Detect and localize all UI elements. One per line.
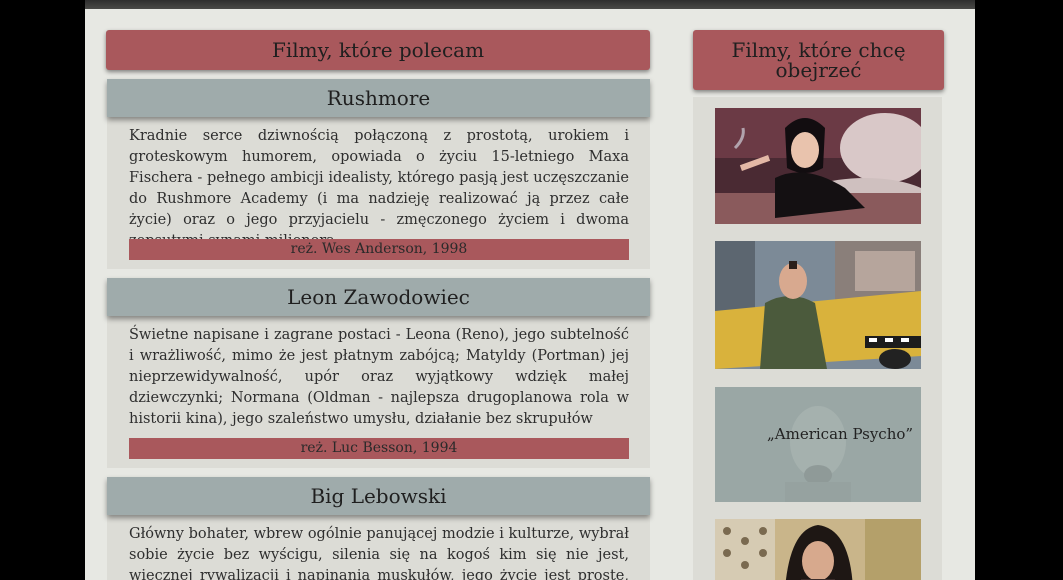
film-title: Big Lebowski: [107, 477, 650, 515]
watchlist-item-3[interactable]: „American Psycho”: [715, 387, 921, 502]
woman-on-bed-photo: [715, 108, 921, 224]
page: Filmy, które polecam Rushmore Kradnie se…: [85, 0, 975, 580]
girl-portrait-photo: [715, 519, 921, 580]
man-by-taxi-photo: [715, 241, 921, 369]
film-description: Świetne napisane i zagrane postaci - Leo…: [129, 327, 629, 427]
watchlist-item-2[interactable]: [715, 241, 921, 369]
film-card-leon: Leon Zawodowiec Świetne napisane i zagra…: [107, 278, 650, 468]
film-title: Rushmore: [107, 79, 650, 117]
watchlist-heading: Filmy, które chcę obejrzeć: [693, 30, 944, 90]
film-director-year: reż. Luc Besson, 1994: [129, 438, 629, 459]
watchlist-caption: „American Psycho”: [767, 425, 914, 443]
film-card-rushmore: Rushmore Kradnie serce dziwnością połącz…: [107, 79, 650, 269]
watchlist-item-4[interactable]: [715, 519, 921, 580]
watchlist-item-1[interactable]: [715, 108, 921, 224]
film-description: Główny bohater, wbrew ogólnie panującej …: [129, 526, 629, 580]
top-bar: [85, 0, 975, 9]
film-title: Leon Zawodowiec: [107, 278, 650, 316]
film-director-year: reż. Wes Anderson, 1998: [129, 239, 629, 260]
recommended-heading: Filmy, które polecam: [106, 30, 650, 70]
film-card-big-lebowski: Big Lebowski Główny bohater, wbrew ogóln…: [107, 477, 650, 580]
watchlist-panel: „American Psycho”: [693, 97, 942, 580]
film-description: Kradnie serce dziwnością połączoną z pro…: [129, 128, 629, 249]
